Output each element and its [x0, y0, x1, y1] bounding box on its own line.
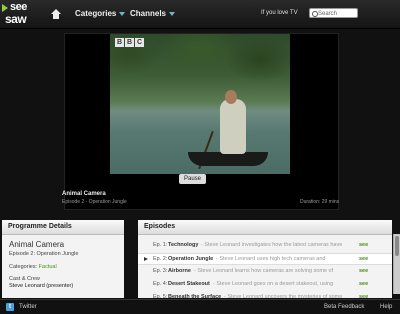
- episodes-header: Episodes: [138, 220, 392, 235]
- episode-number: Ep. 2:: [153, 256, 168, 262]
- category-link[interactable]: Factual: [39, 264, 57, 270]
- nav-channels-label: Channels: [130, 9, 167, 18]
- help-link[interactable]: Help: [380, 304, 392, 310]
- episode-see-link[interactable]: see: [359, 292, 368, 298]
- top-bar: see saw Categories Channels If you love …: [0, 0, 400, 29]
- episode-description: - Steve Leonard investigates how the lat…: [201, 242, 343, 248]
- episode-number: Ep. 4:: [153, 281, 168, 287]
- seesaw-logo[interactable]: see saw: [2, 1, 34, 26]
- episode-row[interactable]: Ep. 2: Operation Jungle - Steve Leonard us…: [138, 253, 392, 265]
- episode-description: - Steve Leonard goes on a desert stakeou…: [213, 281, 334, 287]
- search-placeholder: Search: [318, 11, 338, 17]
- episode-number: Ep. 5:: [153, 294, 168, 298]
- episode-description: - Steve Leonard uses high tech cameras a…: [216, 256, 326, 262]
- player-subtitle: Episode 2 - Operation Jungle: [62, 199, 127, 205]
- logo-text-saw: saw: [5, 12, 27, 26]
- episode-see-link[interactable]: see: [359, 254, 368, 264]
- episode-description: - Steve Leonard uncovers the mysteries o…: [224, 294, 343, 298]
- episode-title[interactable]: Technology: [168, 240, 198, 250]
- episode-title[interactable]: Airborne: [168, 266, 191, 276]
- home-icon[interactable]: [51, 9, 61, 19]
- programme-details-panel: Programme Details Animal Camera Episode …: [2, 220, 124, 298]
- episode-number: Ep. 1:: [153, 242, 168, 248]
- play-icon: [2, 4, 8, 12]
- player-title: Animal Camera: [62, 191, 106, 197]
- twitter-link[interactable]: Twitter: [19, 304, 37, 310]
- play-arrow-icon: [144, 257, 148, 261]
- programme-title: Animal Camera: [9, 240, 65, 249]
- episode-title[interactable]: Operation Jungle: [168, 254, 213, 264]
- episode-row[interactable]: Ep. 4: Desert Stakeout - Steve Leonard goe…: [138, 279, 392, 289]
- video-frame[interactable]: BBC: [110, 34, 290, 174]
- video-player[interactable]: BBC Pause: [64, 33, 339, 210]
- episode-title[interactable]: Desert Stakeout: [168, 279, 210, 289]
- twitter-icon[interactable]: t: [6, 303, 14, 311]
- episode-see-link[interactable]: see: [359, 279, 368, 289]
- episode-row[interactable]: Ep. 1: Technology - Steve Leonard investig…: [138, 240, 392, 250]
- episode-see-link[interactable]: see: [359, 266, 368, 276]
- nav-categories[interactable]: Categories: [75, 9, 126, 18]
- channel-logo: BBC: [115, 38, 144, 47]
- search-icon: [312, 11, 318, 17]
- episodes-scrollbar[interactable]: [393, 234, 400, 294]
- tagline: If you love TV: [261, 10, 298, 16]
- chevron-down-icon: [119, 11, 126, 16]
- episode-row[interactable]: Ep. 3: Airborne - Steve Leonard learns how…: [138, 266, 392, 276]
- bottom-bar: t Twitter Beta Feedback Help: [0, 299, 400, 314]
- episode-title[interactable]: Beneath the Surface: [168, 292, 221, 298]
- cast-crew-label: Cast & Crew: [9, 276, 40, 282]
- nav-categories-label: Categories: [75, 9, 117, 18]
- programme-categories: Categories: Factual: [9, 264, 57, 270]
- search-input[interactable]: Search: [309, 8, 358, 18]
- nav-channels[interactable]: Channels: [130, 9, 176, 18]
- episode-description: - Steve Leonard learns how cameras are s…: [194, 268, 334, 274]
- cast-name: Steve Leonard (presenter): [9, 283, 74, 289]
- chevron-down-icon: [169, 11, 176, 16]
- beta-feedback-link[interactable]: Beta Feedback: [324, 304, 364, 310]
- programme-episode: Episode 2: Operation Jungle: [9, 251, 79, 257]
- player-duration: Duration: 29 mins: [300, 199, 340, 205]
- episode-number: Ep. 3:: [153, 268, 168, 274]
- pause-button[interactable]: Pause: [179, 174, 206, 184]
- episode-see-link[interactable]: see: [359, 240, 368, 250]
- episodes-panel: Episodes Ep. 1: Technology - Steve Leonard…: [138, 220, 392, 298]
- programme-details-header: Programme Details: [2, 220, 124, 235]
- episode-row[interactable]: Ep. 5: Beneath the Surface - Steve Leonard…: [138, 292, 392, 298]
